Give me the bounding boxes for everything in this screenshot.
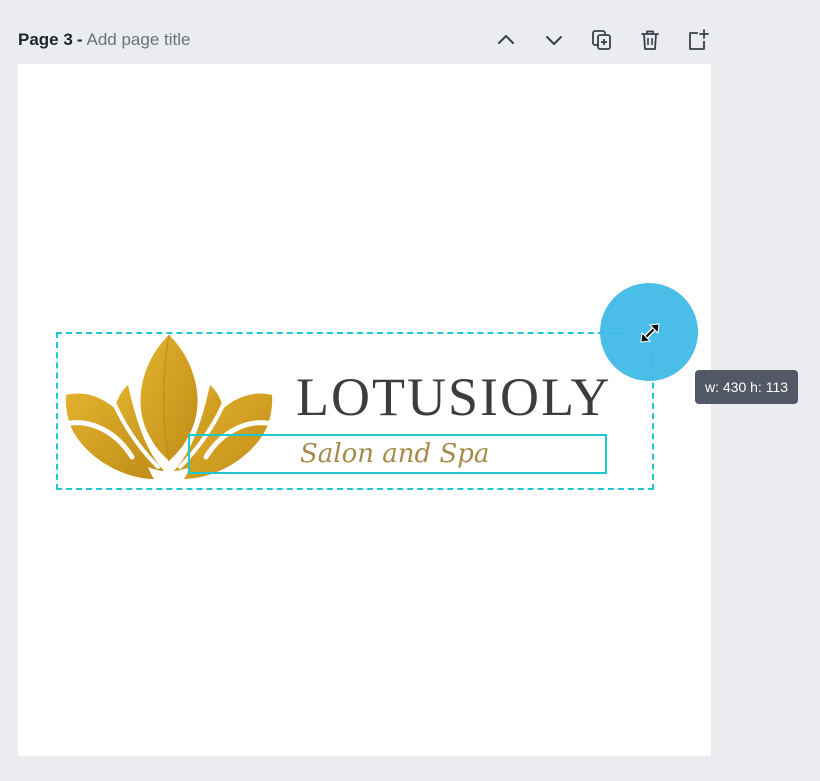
trash-icon	[641, 30, 659, 50]
page-title-input[interactable]	[86, 30, 267, 50]
page-toolbar	[490, 26, 714, 54]
duplicate-icon	[592, 30, 611, 50]
resize-size-tooltip: w: 430 h: 113	[695, 370, 799, 404]
delete-page-button[interactable]	[634, 26, 666, 54]
move-page-down-button[interactable]	[538, 26, 570, 54]
chevron-down-icon	[546, 36, 562, 45]
page-title-separator: -	[76, 30, 83, 49]
page-label: Page 3	[18, 30, 73, 49]
page-header: Page 3 -	[18, 28, 267, 52]
move-page-up-button[interactable]	[490, 26, 522, 54]
selection-box[interactable]	[56, 332, 654, 490]
chevron-up-icon	[498, 35, 514, 44]
add-page-icon	[689, 29, 709, 50]
resize-cursor-icon[interactable]	[638, 321, 662, 345]
add-page-button[interactable]	[682, 26, 714, 54]
duplicate-page-button[interactable]	[586, 26, 618, 54]
